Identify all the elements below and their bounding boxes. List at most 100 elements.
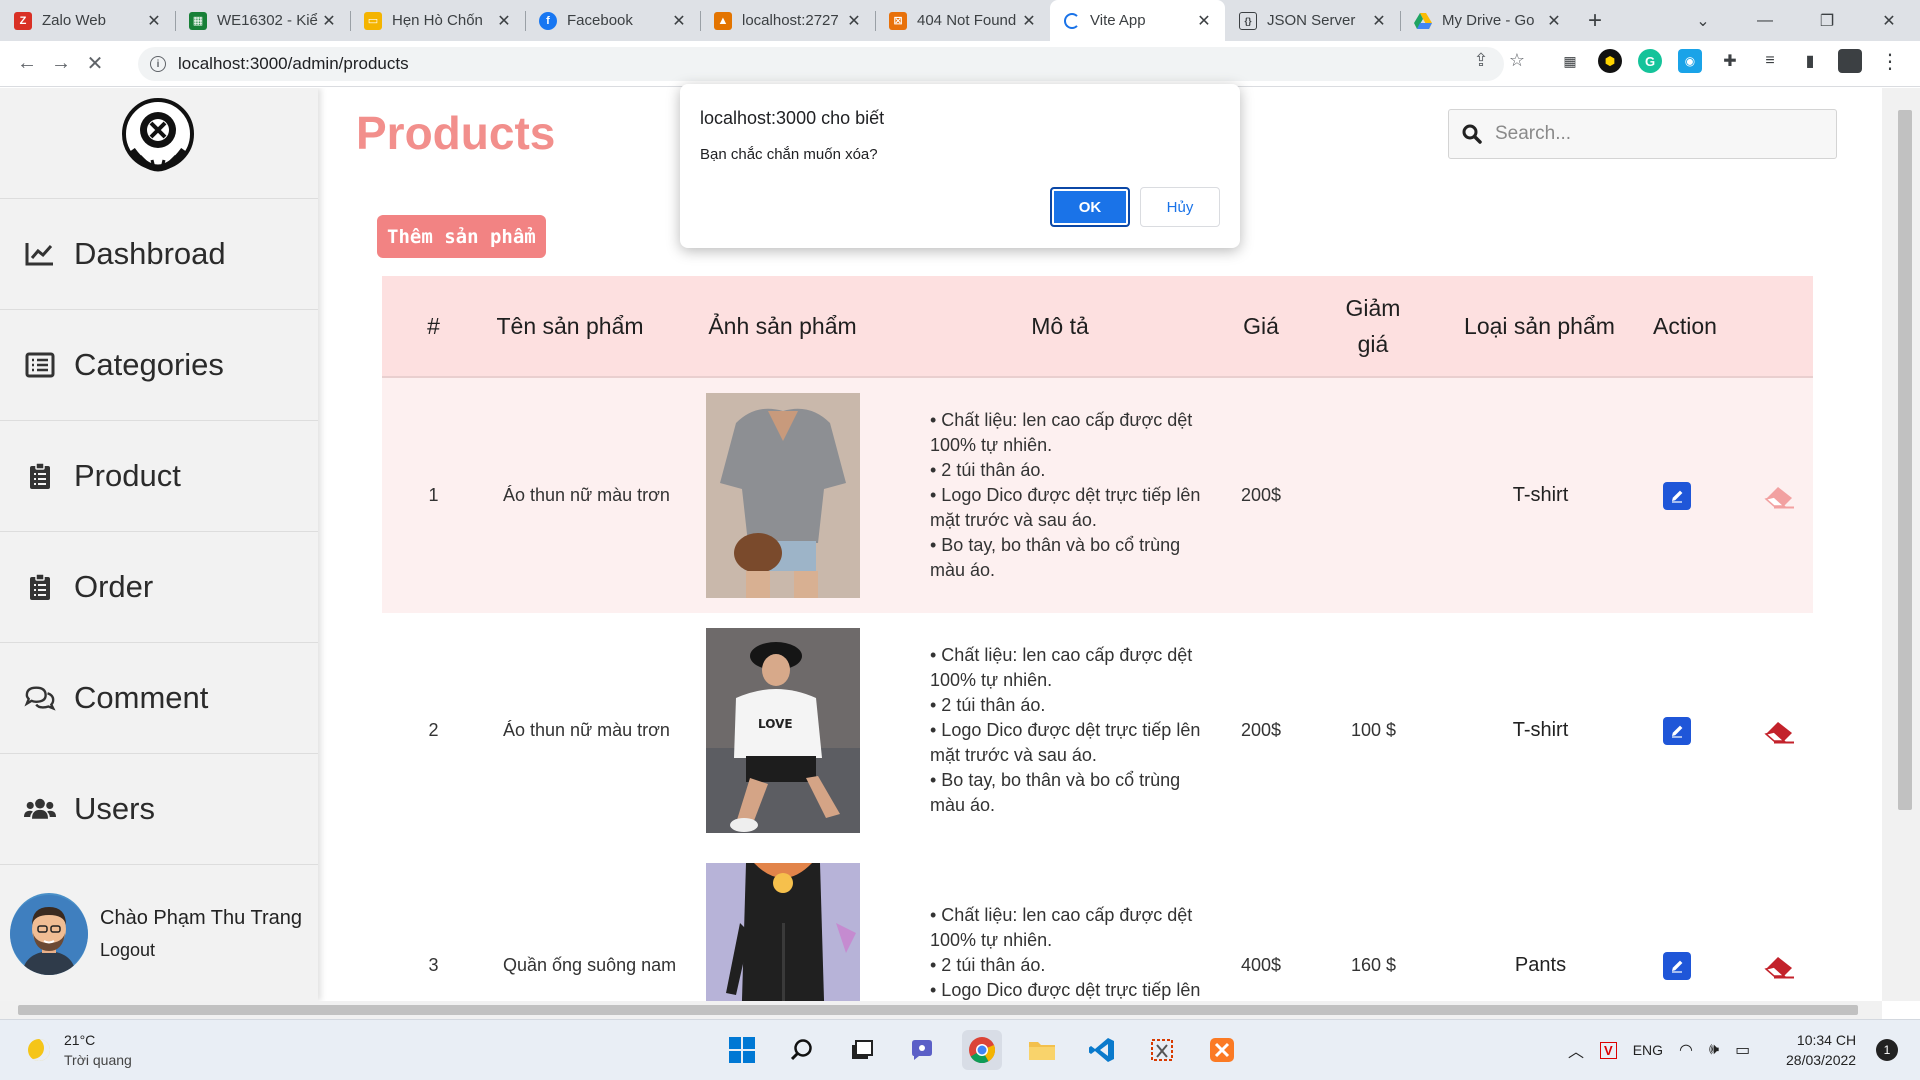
sidebar-item-label: Comment bbox=[74, 680, 209, 715]
edit-button[interactable] bbox=[1662, 481, 1691, 510]
teams-chat-icon[interactable] bbox=[902, 1030, 942, 1070]
minimize-button[interactable]: — bbox=[1734, 0, 1796, 41]
close-tab-icon[interactable]: ✕ bbox=[1020, 11, 1038, 31]
delete-button[interactable] bbox=[1763, 717, 1797, 745]
edit-button[interactable] bbox=[1662, 716, 1691, 745]
product-price: 400$ bbox=[1240, 955, 1282, 975]
tab-my-drive[interactable]: My Drive - Go ✕ bbox=[1400, 0, 1575, 41]
sidebar-item-comment[interactable]: Comment bbox=[0, 643, 318, 753]
tab-404[interactable]: ⊠ 404 Not Found ✕ bbox=[875, 0, 1050, 41]
language-indicator[interactable]: ENG bbox=[1633, 1042, 1663, 1058]
tab-localhost-2727[interactable]: ▲ localhost:2727 ✕ bbox=[700, 0, 875, 41]
chrome-icon[interactable] bbox=[962, 1030, 1002, 1070]
snipping-tool-icon[interactable] bbox=[1142, 1030, 1182, 1070]
scrollbar-thumb[interactable] bbox=[18, 1005, 1858, 1015]
file-explorer-icon[interactable] bbox=[1022, 1030, 1062, 1070]
tab-title: 404 Not Found bbox=[917, 12, 1017, 29]
restore-button[interactable]: ❐ bbox=[1796, 0, 1858, 41]
close-tab-icon[interactable]: ✕ bbox=[845, 11, 863, 31]
menu-kebab-icon[interactable]: ⋮ bbox=[1878, 49, 1902, 73]
windows-start-icon[interactable] bbox=[722, 1030, 762, 1070]
search-input[interactable] bbox=[1495, 123, 1815, 145]
product-category: T-shirt bbox=[1512, 484, 1569, 506]
cancel-button[interactable]: Hủy bbox=[1140, 187, 1220, 227]
side-panel-icon[interactable]: ▮ bbox=[1798, 49, 1822, 73]
back-button[interactable]: ← bbox=[10, 47, 44, 81]
column-header: Tên sản phẩm bbox=[496, 312, 644, 339]
horizontal-scrollbar[interactable] bbox=[0, 1001, 1882, 1019]
sidebar-item-label: Dashbroad bbox=[74, 236, 226, 271]
close-tab-icon[interactable]: ✕ bbox=[145, 11, 163, 31]
search-icon[interactable] bbox=[782, 1030, 822, 1070]
vertical-scrollbar[interactable] bbox=[1882, 88, 1920, 1001]
forward-button[interactable]: → bbox=[44, 47, 78, 81]
close-tab-icon[interactable]: ✕ bbox=[1195, 11, 1213, 31]
tab-search-icon[interactable]: ⌄ bbox=[1672, 0, 1734, 41]
edit-button[interactable] bbox=[1662, 951, 1691, 980]
add-product-button[interactable]: Thêm sản phẩm bbox=[377, 215, 546, 258]
close-window-button[interactable]: ✕ bbox=[1858, 0, 1920, 41]
system-clock[interactable]: 10:34 CH 28/03/2022 bbox=[1786, 1030, 1856, 1070]
search-box bbox=[1448, 109, 1837, 159]
ok-button[interactable]: OK bbox=[1050, 187, 1130, 227]
task-view-icon[interactable] bbox=[842, 1030, 882, 1070]
qr-code-icon[interactable]: ▦ bbox=[1558, 49, 1582, 73]
extensions-puzzle-icon[interactable]: ✚ bbox=[1718, 49, 1742, 73]
tab-sheet[interactable]: ▦ WE16302 - Kiể ✕ bbox=[175, 0, 350, 41]
sidebar-item-dashboard[interactable]: Dashbroad bbox=[0, 199, 318, 309]
page-title: Products bbox=[356, 107, 556, 159]
sheets-icon: ▦ bbox=[189, 11, 207, 30]
wifi-icon[interactable]: ◠ bbox=[1679, 1040, 1693, 1060]
close-tab-icon[interactable]: ✕ bbox=[495, 11, 513, 31]
new-tab-button[interactable]: + bbox=[1575, 0, 1615, 41]
address-bar[interactable]: i localhost:3000/admin/products bbox=[138, 47, 1504, 81]
logout-link[interactable]: Logout bbox=[100, 940, 302, 961]
weather-temp: 21°C bbox=[64, 1032, 96, 1048]
site-info-icon[interactable]: i bbox=[150, 56, 166, 72]
notification-badge[interactable]: 1 bbox=[1876, 1039, 1898, 1061]
bookmark-star-icon[interactable]: ☆ bbox=[1506, 49, 1528, 71]
tab-json-server[interactable]: {} JSON Server ✕ bbox=[1225, 0, 1400, 41]
weather-widget[interactable]: 21°C Trời quang bbox=[28, 1032, 132, 1068]
product-description: • Chất liệu: len cao cấp được dệt 100% t… bbox=[930, 645, 1201, 815]
reading-list-icon[interactable]: ≡ bbox=[1758, 49, 1782, 73]
brand-logo[interactable] bbox=[118, 96, 198, 178]
vscode-icon[interactable] bbox=[1082, 1030, 1122, 1070]
stop-loading-button[interactable]: ✕ bbox=[78, 47, 112, 81]
grammarly-icon[interactable]: G bbox=[1638, 49, 1662, 73]
sidebar-item-categories[interactable]: Categories bbox=[0, 310, 318, 420]
chevron-up-icon[interactable]: ︿ bbox=[1568, 1038, 1584, 1062]
sidebar-item-users[interactable]: Users bbox=[0, 754, 318, 864]
tab-title: Facebook bbox=[567, 12, 633, 29]
antivirus-icon[interactable]: V bbox=[1600, 1041, 1617, 1059]
close-tab-icon[interactable]: ✕ bbox=[1370, 11, 1388, 31]
color-picker-icon[interactable]: ◉ bbox=[1678, 49, 1702, 73]
tab-vite-app[interactable]: Vite App ✕ bbox=[1050, 0, 1225, 41]
tab-title: JSON Server bbox=[1267, 12, 1356, 29]
facebook-icon: f bbox=[539, 11, 557, 30]
sidebar-item-product[interactable]: Product bbox=[0, 421, 318, 531]
share-icon[interactable]: ⇪ bbox=[1470, 49, 1492, 71]
close-tab-icon[interactable]: ✕ bbox=[320, 11, 338, 31]
volume-icon[interactable]: 🕪 bbox=[1709, 1041, 1719, 1059]
scrollbar-thumb[interactable] bbox=[1898, 110, 1912, 810]
delete-button[interactable] bbox=[1763, 952, 1797, 980]
hexagon-extension-icon[interactable]: ⬢ bbox=[1598, 49, 1622, 73]
tab-zalo[interactable]: Z Zalo Web ✕ bbox=[0, 0, 175, 41]
product-name: Áo thun nữ màu trơn bbox=[503, 720, 670, 740]
sidebar-item-order[interactable]: Order bbox=[0, 532, 318, 642]
delete-button[interactable] bbox=[1763, 482, 1797, 510]
profile-avatar[interactable]: T bbox=[1838, 49, 1862, 73]
sidebar-item-label: Users bbox=[74, 791, 155, 826]
close-tab-icon[interactable]: ✕ bbox=[1545, 11, 1563, 31]
close-tab-icon[interactable]: ✕ bbox=[670, 11, 688, 31]
products-table: # Tên sản phẩm Ảnh sản phẩm Mô tả Giá Gi… bbox=[382, 276, 1813, 1001]
tab-hen-ho[interactable]: ▭ Hẹn Hò Chốn ✕ bbox=[350, 0, 525, 41]
column-header: Giảm giá bbox=[1345, 295, 1401, 357]
xampp-icon[interactable] bbox=[1202, 1030, 1242, 1070]
battery-icon[interactable]: ▭ bbox=[1735, 1040, 1750, 1060]
clipboard-list-icon bbox=[24, 571, 56, 603]
tab-facebook[interactable]: f Facebook ✕ bbox=[525, 0, 700, 41]
avatar[interactable] bbox=[10, 893, 88, 975]
row-actions bbox=[1646, 481, 1813, 510]
